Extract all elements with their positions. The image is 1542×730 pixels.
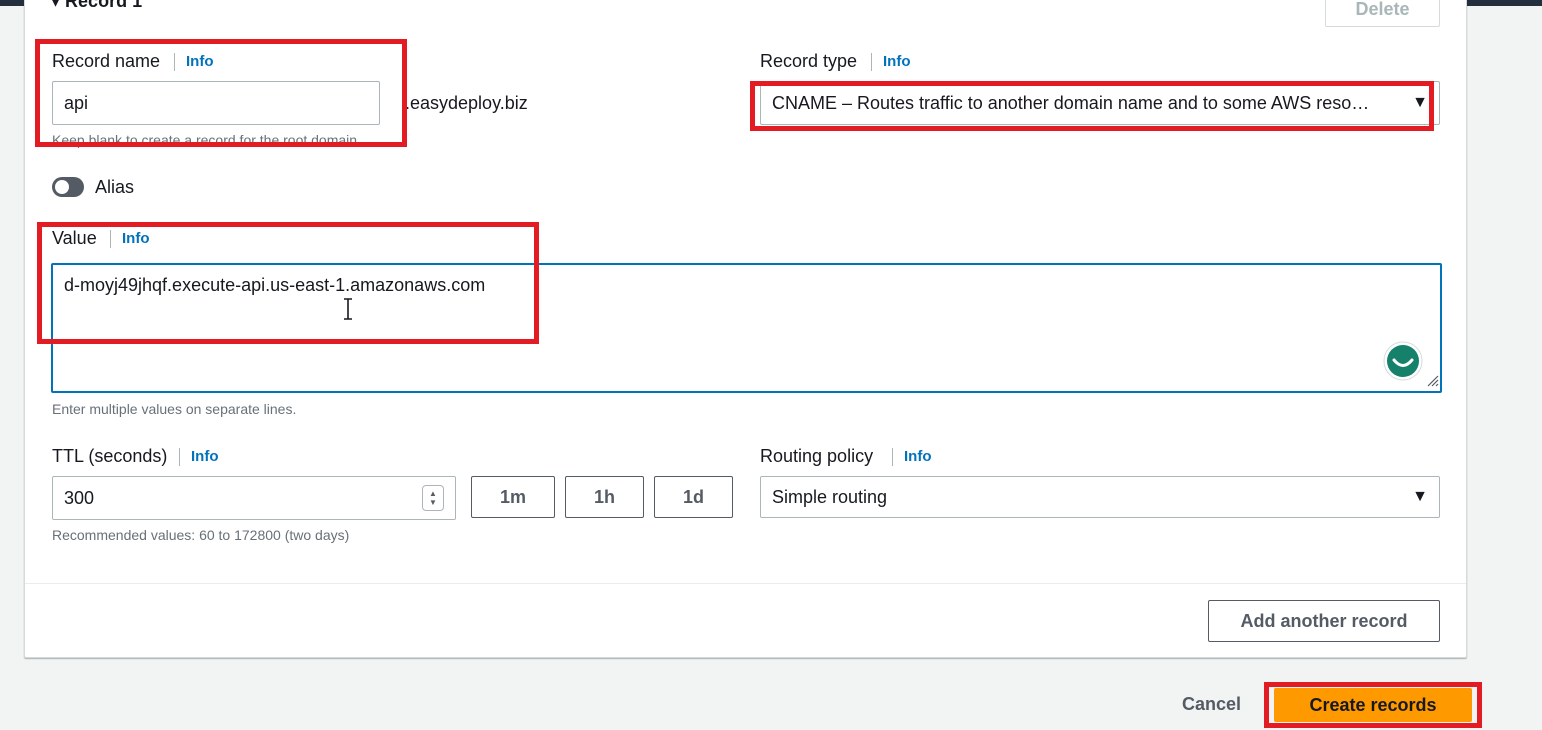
- value-hint: Enter multiple values on separate lines.: [52, 401, 297, 417]
- caret-down-icon: ▼: [1412, 94, 1428, 111]
- routing-policy-label: Routing policy: [760, 446, 874, 466]
- ttl-hint: Recommended values: 60 to 172800 (two da…: [52, 527, 350, 543]
- record-name-label: Record name: [52, 51, 161, 71]
- record-type-label: Record type: [760, 51, 858, 71]
- routing-policy-select[interactable]: Simple routing ▼: [760, 476, 1440, 518]
- value-textarea[interactable]: d-moyj49jhqf.execute-api.us-east-1.amazo…: [51, 263, 1442, 393]
- delete-button[interactable]: Delete: [1325, 0, 1440, 27]
- routing-policy-info-link[interactable]: Info: [892, 448, 932, 466]
- value-label: Value: [52, 228, 97, 248]
- value-info-link[interactable]: Info: [110, 230, 150, 248]
- add-another-record-button[interactable]: Add another record: [1208, 600, 1440, 642]
- record-name-info-link[interactable]: Info: [174, 53, 214, 71]
- create-records-button[interactable]: Create records: [1274, 688, 1472, 722]
- divider: [25, 583, 1466, 584]
- alias-toggle[interactable]: [52, 177, 84, 197]
- caret-down-icon: ▼: [1412, 488, 1428, 505]
- number-stepper[interactable]: ▲ ▼: [422, 485, 444, 511]
- ttl-preset-1m[interactable]: 1m: [471, 476, 555, 518]
- section-title: ▾ Record 1: [51, 0, 142, 12]
- record-panel: ▾ Record 1 Delete Record name Info api .…: [24, 0, 1467, 658]
- ttl-label: TTL (seconds): [52, 446, 168, 466]
- record-type-info-link[interactable]: Info: [871, 53, 911, 71]
- ttl-info-link[interactable]: Info: [179, 448, 219, 466]
- stepper-down-icon[interactable]: ▼: [429, 498, 437, 507]
- ttl-preset-1d[interactable]: 1d: [654, 476, 733, 518]
- domain-suffix: .easydeploy.biz: [405, 93, 528, 113]
- value-text: d-moyj49jhqf.execute-api.us-east-1.amazo…: [64, 275, 486, 295]
- ttl-preset-1h[interactable]: 1h: [565, 476, 644, 518]
- record-type-select[interactable]: CNAME – Routes traffic to another domain…: [760, 81, 1440, 125]
- record-type-selected: CNAME – Routes traffic to another domain…: [772, 92, 1370, 113]
- stepper-up-icon[interactable]: ▲: [429, 489, 437, 498]
- cancel-button[interactable]: Cancel: [1182, 694, 1241, 715]
- ttl-value: 300: [64, 487, 95, 508]
- alias-label: Alias: [95, 177, 135, 197]
- toggle-knob: [55, 180, 69, 194]
- resize-grip-icon[interactable]: [1425, 373, 1439, 387]
- text-cursor-icon: [344, 298, 352, 320]
- chevron-down-icon[interactable]: ▾: [51, 0, 65, 11]
- record-name-hint: Keep blank to create a record for the ro…: [52, 132, 361, 148]
- ttl-input[interactable]: 300 ▲ ▼: [52, 476, 456, 520]
- grammar-assistant-icon[interactable]: [1383, 341, 1423, 381]
- record-name-input[interactable]: api: [52, 81, 380, 125]
- routing-policy-selected: Simple routing: [772, 486, 888, 507]
